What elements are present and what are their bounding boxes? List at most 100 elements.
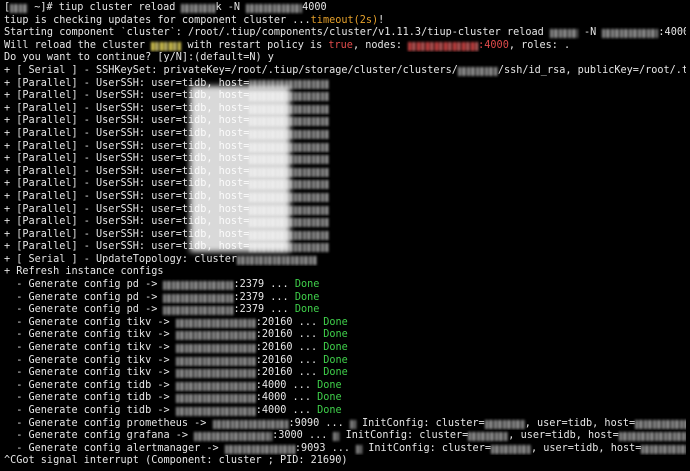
redacted-text <box>175 331 256 341</box>
terminal-line: + [Parallel] - UserSSH: user=tidb, host= <box>4 153 686 166</box>
redacted-text <box>151 41 182 51</box>
terminal-line: + [Parallel] - UserSSH: user=tidb, host= <box>4 141 686 154</box>
redacted-text <box>249 167 330 177</box>
terminal-line: Starting component `cluster`: /root/.tiu… <box>4 27 686 40</box>
terminal-line: + [Parallel] - UserSSH: user=tidb, host= <box>4 90 686 103</box>
terminal-line: + Refresh instance configs <box>4 266 686 279</box>
terminal-text: - Generate config tidb -> <box>4 405 176 416</box>
status-done: Done <box>323 329 348 341</box>
terminal-text: - Generate config prometheus -> <box>4 417 213 429</box>
terminal-text: + [Parallel] - UserSSH: user=tidb, host= <box>4 90 250 102</box>
terminal-line: + [ Serial ] - SSHKeySet: privateKey=/ro… <box>4 65 686 78</box>
terminal-text: + [Parallel] - UserSSH: user=tidb, host= <box>4 102 250 114</box>
terminal-line: + [Parallel] - UserSSH: user=tidb, host= <box>4 166 686 179</box>
terminal-text: :20160 ... <box>255 329 324 341</box>
terminal-line: + [Parallel] - UserSSH: user=tidb, host= <box>4 229 686 242</box>
terminal-text: + [ Serial ] - SSHKeySet: privateKey=/ro… <box>4 64 458 76</box>
terminal-line: - Generate config pd -> :2379 ... Done <box>4 292 686 305</box>
redacted-text <box>249 155 330 165</box>
redacted-text <box>10 4 29 13</box>
redacted-text <box>212 419 289 429</box>
terminal-text: , user=tidb, host= <box>530 442 642 454</box>
terminal-line: + [Parallel] - UserSSH: user=tidb, host= <box>4 78 686 91</box>
terminal-text: :4000 <box>658 27 686 39</box>
redacted-text <box>356 444 363 454</box>
redacted-text <box>249 117 330 127</box>
terminal-line: - Generate config tikv -> :20160 ... Don… <box>4 317 686 330</box>
status-done: Done <box>323 367 348 379</box>
terminal-line: + [Parallel] - UserSSH: user=tidb, host= <box>4 103 686 116</box>
redacted-text <box>490 444 531 454</box>
terminal-window[interactable]: [ ~]# tiup cluster reload k -N 4000 tiup … <box>0 0 690 471</box>
redacted-text <box>163 293 234 303</box>
redacted-text <box>249 192 330 202</box>
redacted-text <box>468 432 509 442</box>
terminal-text: + [Parallel] - UserSSH: user=tidb, host= <box>4 127 250 139</box>
terminal-text: - Generate config tikv -> <box>4 316 176 328</box>
redacted-text <box>249 243 330 253</box>
redacted-text <box>641 444 686 454</box>
terminal-line: - Generate config tidb -> :4000 ... Done <box>4 392 686 405</box>
terminal-line: - Generate config pd -> :2379 ... Done <box>4 304 686 317</box>
terminal-line: - Generate config tikv -> :20160 ... Don… <box>4 342 686 355</box>
terminal-text: :2379 ... <box>233 291 295 303</box>
terminal-text: + Refresh instance configs <box>4 266 164 278</box>
redacted-text <box>602 29 659 39</box>
terminal-text: :20160 ... <box>255 316 324 328</box>
terminal-line: - Generate config pd -> :2379 ... Done <box>4 279 686 292</box>
terminal-text: + [Parallel] - UserSSH: user=tidb, host= <box>4 228 250 240</box>
terminal-text: , roles: . <box>508 39 571 51</box>
terminal-text: - Generate config tikv -> <box>4 329 176 341</box>
highlight-text: timeout(2s) <box>310 14 379 26</box>
terminal-text: + [ Serial ] - UpdateTopology: cluster <box>4 253 238 265</box>
terminal-text: - Generate config pd -> <box>4 304 164 316</box>
terminal-text: :3000 ... <box>272 430 334 442</box>
terminal-text: tiup is checking updates for component c… <box>4 14 311 26</box>
terminal-line: Will reload the cluster with restart pol… <box>4 40 686 53</box>
terminal-line: - Generate config alertmanager -> :9093 … <box>4 443 686 456</box>
terminal-line: - Generate config tikv -> :20160 ... Don… <box>4 329 686 342</box>
terminal-line: - Generate config tidb -> :4000 ... Done <box>4 380 686 393</box>
terminal-text: + [Parallel] - UserSSH: user=tidb, host= <box>4 77 250 89</box>
terminal-text: , user=tidb, host= <box>524 417 636 429</box>
terminal-line: [ ~]# tiup cluster reload k -N 4000 <box>4 2 686 15</box>
terminal-line: + [ Serial ] - UpdateTopology: cluster <box>4 254 686 267</box>
terminal-text: /ssh/id_rsa, publicKey=/root/.tiup/stora… <box>497 64 686 76</box>
terminal-text: , user=tidb, host= <box>508 430 619 442</box>
terminal-text: :20160 ... <box>255 342 324 354</box>
terminal-text: Do you want to continue? [y/N]:(default=… <box>4 52 274 64</box>
redacted-text <box>549 29 578 39</box>
terminal-text: + [Parallel] - UserSSH: user=tidb, host= <box>4 115 250 127</box>
terminal-text: + [Parallel] - UserSSH: user=tidb, host= <box>4 165 250 177</box>
terminal-text: k -N <box>215 2 247 13</box>
redacted-text <box>249 129 330 139</box>
terminal-line: + [Parallel] - UserSSH: user=tidb, host= <box>4 178 686 191</box>
redacted-text <box>175 318 256 328</box>
terminal-text: InitConfig: cluster= <box>355 417 485 429</box>
redacted-text <box>333 432 340 442</box>
redacted-text <box>246 4 303 13</box>
status-done: Done <box>317 392 342 404</box>
status-done: Done <box>294 279 320 291</box>
terminal-line: + [Parallel] - UserSSH: user=tidb, host= <box>4 128 686 141</box>
redacted-text <box>249 79 330 89</box>
terminal-text: - Generate config grafana -> <box>4 430 195 442</box>
redacted-text <box>163 306 234 316</box>
redacted-text <box>163 281 234 291</box>
terminal-text: - Generate config pd -> <box>4 279 164 291</box>
terminal-line: - Generate config tikv -> :20160 ... Don… <box>4 367 686 380</box>
terminal-line: - Generate config tidb -> :4000 ... Done <box>4 405 686 418</box>
terminal-text: - Generate config tidb -> <box>4 392 176 404</box>
redacted-text <box>249 205 330 215</box>
terminal-text: - Generate config tikv -> <box>4 354 176 366</box>
terminal-text: + [Parallel] - UserSSH: user=tidb, host= <box>4 190 250 202</box>
redacted-text <box>175 356 256 366</box>
terminal-text: :4000 ... <box>255 379 318 391</box>
redacted-text <box>635 419 686 429</box>
redacted-text <box>175 381 256 391</box>
status-done: Done <box>323 354 348 366</box>
terminal-text: :4000 ... <box>255 392 318 404</box>
terminal-text: - Generate config pd -> <box>4 291 164 303</box>
terminal-text: :9090 ... <box>288 417 350 429</box>
terminal-text: ^CGot signal interrupt (Component: clust… <box>4 455 348 467</box>
